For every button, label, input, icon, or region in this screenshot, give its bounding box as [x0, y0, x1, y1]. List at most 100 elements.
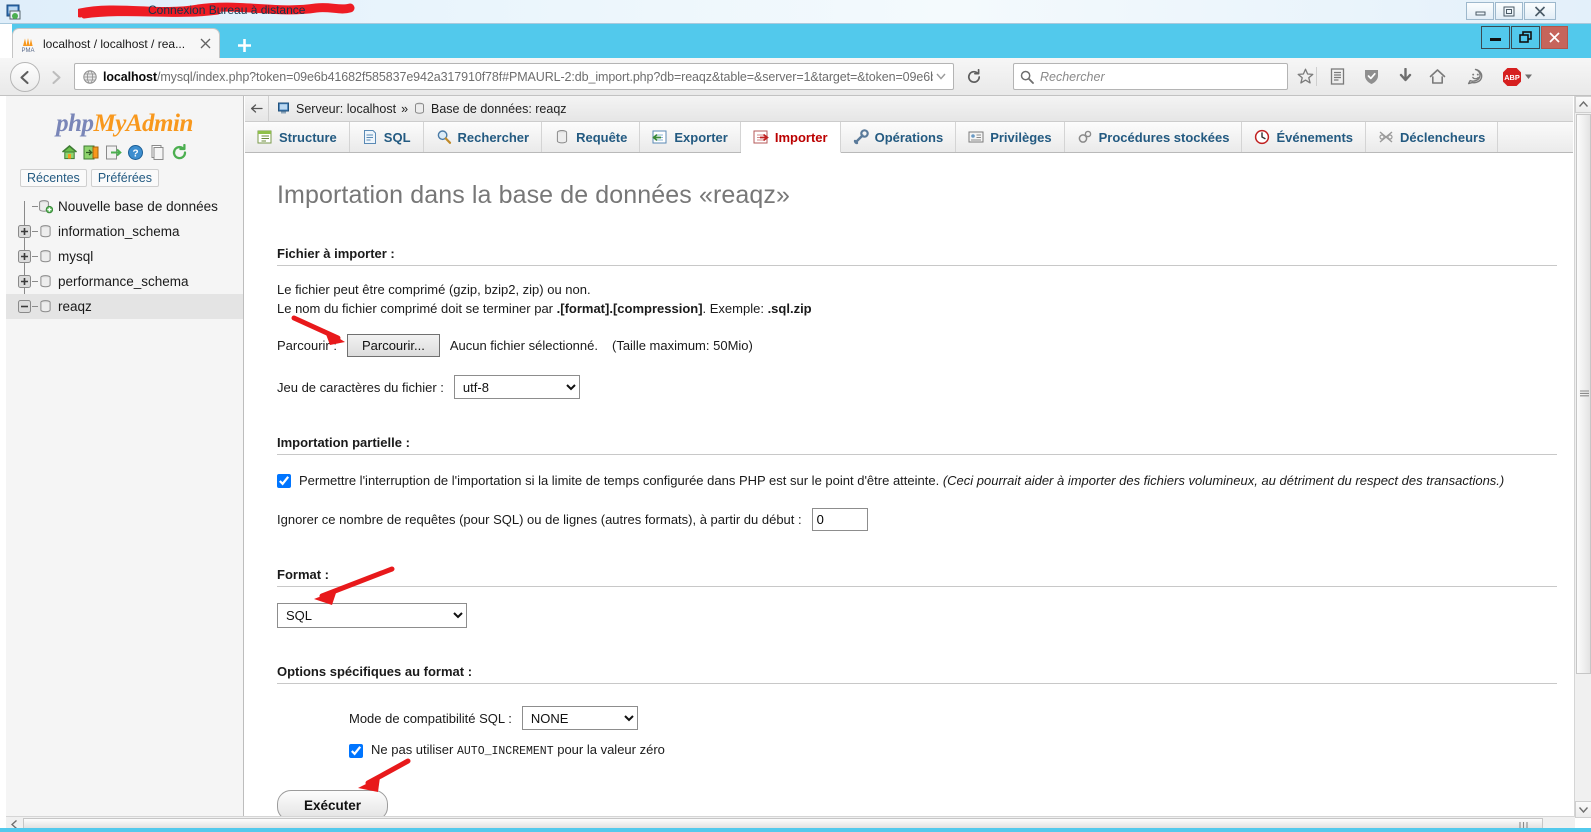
tab-sql[interactable]: SQL — [349, 122, 424, 152]
page-viewport: phpMyAdmin ? Récentes Préférées Nouvelle… — [0, 96, 1591, 832]
url-path: /mysql/index.php?token=09e6b41682f585837… — [156, 69, 933, 84]
feedback-smiley-icon[interactable] — [1462, 63, 1489, 90]
remote-desktop-session-bar: Connexion Bureau à distance — [0, 0, 1591, 24]
sql-compat-row: Mode de compatibilité SQL : NONE — [349, 706, 1557, 730]
tab-rechercher[interactable]: Rechercher — [423, 122, 543, 152]
reader-icon — [1330, 68, 1345, 85]
bookmark-star-icon[interactable] — [1292, 63, 1319, 90]
url-host: localhost — [103, 69, 157, 84]
help-icon[interactable]: ? — [127, 144, 144, 161]
reload-icon[interactable] — [171, 144, 188, 161]
remote-desktop-icon — [6, 4, 21, 20]
nav-tab-preferees[interactable]: Préférées — [90, 169, 160, 187]
allow-interrupt-checkbox[interactable] — [277, 474, 291, 488]
address-bar-url: localhost/mysql/index.php?token=09e6b416… — [103, 70, 933, 84]
operations-icon — [853, 129, 869, 145]
exit-icon[interactable] — [105, 144, 122, 161]
tree-item-performance-schema[interactable]: performance_schema — [6, 269, 243, 294]
tab-evenements[interactable]: Événements — [1242, 122, 1367, 152]
home-button[interactable] — [1424, 63, 1451, 90]
tab-importer[interactable]: Importer — [740, 122, 841, 153]
charset-select[interactable]: utf-8 — [453, 375, 580, 399]
tab-structure[interactable]: Structure — [245, 122, 350, 152]
back-arrow-icon — [19, 70, 29, 84]
docs-icon[interactable] — [149, 144, 166, 161]
browse-file-button[interactable]: Parcourir... — [346, 334, 440, 357]
phpmyadmin-logo: phpMyAdmin — [6, 110, 243, 138]
new-tab-button[interactable] — [232, 33, 256, 57]
breadcrumb-db-label[interactable]: Base de données: reaqz — [431, 102, 567, 116]
plus-icon — [237, 38, 251, 52]
restore-icon — [1503, 6, 1515, 16]
reload-button[interactable] — [960, 63, 988, 90]
allow-interrupt-row: Permettre l'interruption de l'importatio… — [277, 473, 1557, 488]
auto-increment-checkbox[interactable] — [349, 743, 363, 758]
browser-tab-localhost[interactable]: PMA localhost / localhost / rea... — [12, 28, 220, 58]
charset-row: Jeu de caractères du fichier : utf-8 — [277, 375, 1557, 399]
adblock-plus-button[interactable]: ABP — [1500, 63, 1534, 90]
allow-interrupt-label: Permettre l'interruption de l'importatio… — [299, 473, 940, 488]
address-bar-dropdown-button[interactable] — [933, 69, 949, 85]
tab-label: Exporter — [674, 129, 728, 145]
browser-close-button[interactable] — [1541, 26, 1568, 49]
routines-icon — [1078, 130, 1091, 143]
tree-item-reaqz[interactable]: reaqz — [6, 294, 243, 319]
expand-toggle[interactable] — [18, 250, 31, 263]
tab-requete[interactable]: Requête — [542, 122, 641, 152]
scroll-up-button[interactable] — [1575, 96, 1591, 113]
back-button[interactable] — [10, 62, 40, 92]
downloads-icon[interactable] — [1392, 63, 1419, 90]
tree-item-label: Nouvelle base de données — [58, 199, 218, 214]
vertical-scrollbar[interactable] — [1574, 96, 1591, 818]
search-box[interactable]: Rechercher — [1013, 63, 1288, 90]
database-icon — [40, 250, 51, 263]
forward-arrow-icon — [51, 70, 61, 84]
tree-item-information-schema[interactable]: information_schema — [6, 219, 243, 244]
tab-declencheurs[interactable]: Déclencheurs — [1366, 122, 1499, 152]
nav-tab-recentes[interactable]: Récentes — [20, 169, 87, 187]
expand-toggle[interactable] — [18, 225, 31, 238]
format-select[interactable]: SQL — [277, 603, 467, 628]
browser-tab-close-button[interactable] — [197, 36, 213, 52]
browser-minimize-button[interactable] — [1481, 26, 1510, 49]
plus-box-icon — [18, 225, 31, 238]
skip-queries-input[interactable] — [811, 508, 868, 531]
tab-operations[interactable]: Opérations — [840, 122, 957, 152]
breadcrumb-server-label[interactable]: Serveur: localhost — [296, 102, 396, 116]
tree-item-nouvelle-base[interactable]: Nouvelle base de données — [6, 194, 243, 219]
tab-exporter[interactable]: Exporter — [640, 122, 741, 152]
rdp-close-button[interactable] — [1524, 2, 1556, 20]
rdp-minimize-button[interactable] — [1466, 2, 1494, 20]
close-icon — [1549, 32, 1560, 43]
globe-icon — [83, 69, 97, 84]
query-icon — [556, 130, 568, 144]
shield-icon[interactable] — [1358, 63, 1385, 90]
import-form: Importation dans la base de données «rea… — [245, 153, 1573, 818]
execute-button[interactable]: Exécuter — [277, 790, 389, 818]
scroll-down-button[interactable] — [1575, 801, 1591, 818]
tab-privileges[interactable]: Privilèges — [956, 122, 1065, 152]
breadcrumb-back-button[interactable] — [245, 96, 269, 121]
rdp-maximize-button[interactable] — [1495, 2, 1523, 20]
tab-procedures-stockees[interactable]: Procédures stockées — [1064, 122, 1243, 152]
home-icon[interactable] — [61, 144, 78, 161]
shield-icon — [1365, 70, 1378, 84]
new-database-icon — [39, 200, 53, 214]
breadcrumb-separator: » — [401, 101, 409, 116]
vertical-scrollbar-thumb[interactable] — [1576, 114, 1591, 674]
sql-compat-select[interactable]: NONE — [521, 706, 638, 730]
privileges-icon — [968, 131, 984, 143]
logout-icon[interactable] — [83, 144, 100, 161]
collapse-toggle[interactable] — [18, 300, 31, 313]
structure-icon — [257, 130, 272, 144]
browser-maximize-button[interactable] — [1511, 26, 1540, 49]
autoinc-keyword: AUTO_INCREMENT — [456, 745, 554, 758]
tab-label: Opérations — [874, 129, 944, 145]
address-bar[interactable]: localhost/mysql/index.php?token=09e6b416… — [74, 63, 954, 90]
charset-label: Jeu de caractères du fichier : — [277, 379, 444, 395]
reader-view-icon[interactable] — [1324, 63, 1351, 90]
tab-label: Privilèges — [990, 129, 1052, 145]
tree-item-mysql[interactable]: mysql — [6, 244, 243, 269]
file-section-heading: Fichier à importer : — [277, 246, 1557, 266]
expand-toggle[interactable] — [18, 275, 31, 288]
